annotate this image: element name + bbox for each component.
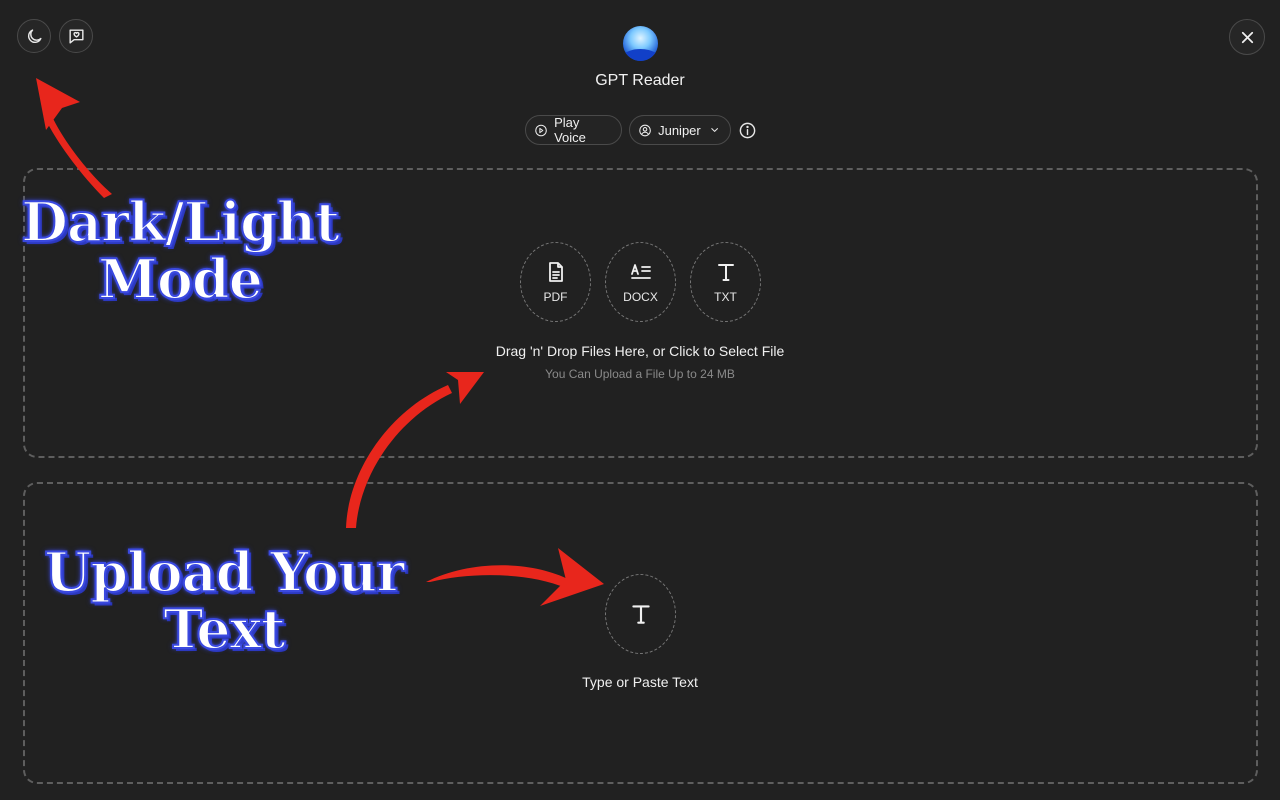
docx-type-option[interactable]: DOCX (605, 242, 676, 322)
feedback-icon (68, 28, 84, 44)
play-voice-label: Play Voice (554, 115, 586, 145)
info-button[interactable] (737, 120, 757, 140)
text-t-icon (717, 264, 734, 281)
annotation-dark-light-mode: Dark/Light Mode (20, 190, 341, 311)
play-circle-icon (535, 124, 547, 136)
txt-type-option[interactable]: TXT (690, 242, 761, 322)
voice-name: Juniper (658, 122, 701, 138)
docx-type-label: DOCX (623, 290, 658, 304)
chevron-down-icon (711, 128, 718, 132)
play-voice-button[interactable]: Play Voice (525, 115, 622, 145)
text-t-icon (631, 605, 650, 624)
txt-type-label: TXT (714, 290, 737, 304)
feedback-button[interactable] (59, 19, 93, 53)
moon-icon (27, 28, 42, 43)
type-paste-text-label: Type or Paste Text (582, 674, 698, 690)
pdf-type-label: PDF (543, 290, 568, 304)
voice-select-dropdown[interactable]: Juniper (629, 115, 731, 145)
pdf-type-option[interactable]: PDF (520, 242, 591, 322)
upload-size-limit: You Can Upload a File Up to 24 MB (545, 367, 735, 381)
docx-file-icon (630, 264, 651, 279)
app-logo (623, 26, 658, 61)
close-icon (1241, 31, 1253, 43)
annotation-upload-text: Upload Your Text (43, 540, 406, 661)
theme-toggle-button[interactable] (17, 19, 51, 53)
user-icon (639, 124, 651, 136)
drop-instruction: Drag 'n' Drop Files Here, or Click to Se… (495, 343, 785, 359)
app-title: GPT Reader (595, 72, 685, 89)
close-button[interactable] (1229, 19, 1265, 55)
type-paste-text-button[interactable] (605, 574, 676, 654)
info-icon (739, 122, 755, 138)
pdf-file-icon (548, 262, 563, 282)
